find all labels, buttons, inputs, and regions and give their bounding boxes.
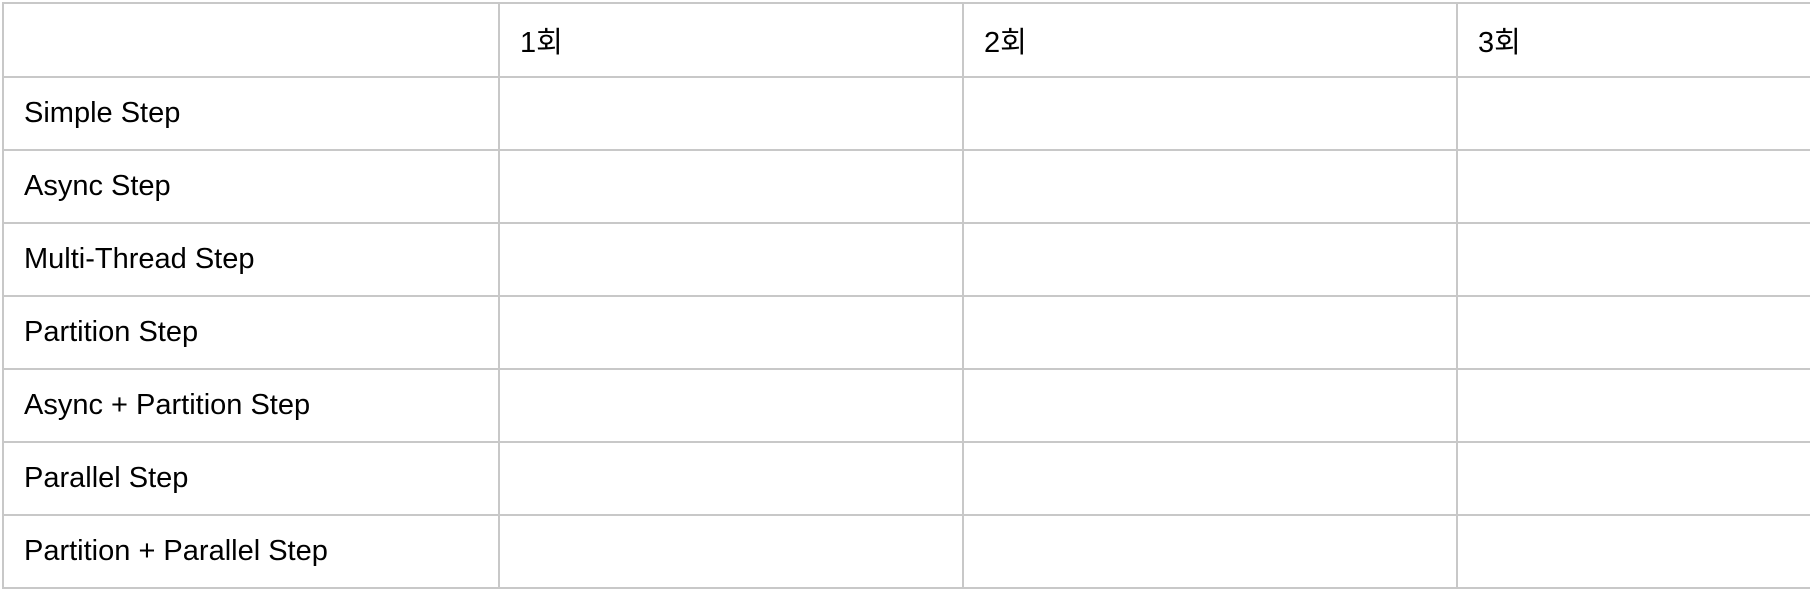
row-label: Partition + Parallel Step [2, 514, 500, 589]
table-row: Parallel Step [2, 441, 1810, 516]
table-row: Async + Partition Step [2, 368, 1810, 443]
table-cell [1456, 441, 1810, 516]
row-label: Partition Step [2, 295, 500, 370]
row-label: Parallel Step [2, 441, 500, 516]
table-cell [962, 368, 1458, 443]
table-cell [1456, 76, 1810, 151]
table-cell [498, 222, 964, 297]
table-cell [498, 295, 964, 370]
table-row: Multi-Thread Step [2, 222, 1810, 297]
header-cell-corner [2, 2, 500, 78]
row-label: Async Step [2, 149, 500, 224]
results-table: 1회 2회 3회 Simple Step Async Step Multi-Th… [2, 2, 1810, 589]
table-cell [962, 295, 1458, 370]
table-cell [1456, 222, 1810, 297]
header-cell-run-2: 2회 [962, 2, 1458, 78]
row-label: Async + Partition Step [2, 368, 500, 443]
table-cell [962, 441, 1458, 516]
row-label: Simple Step [2, 76, 500, 151]
table-cell [498, 368, 964, 443]
table-cell [498, 514, 964, 589]
table-header-row: 1회 2회 3회 [2, 2, 1810, 78]
header-cell-run-1: 1회 [498, 2, 964, 78]
table-cell [1456, 295, 1810, 370]
table-row: Partition + Parallel Step [2, 514, 1810, 589]
table-cell [1456, 514, 1810, 589]
row-label: Multi-Thread Step [2, 222, 500, 297]
table-cell [962, 514, 1458, 589]
table-row: Simple Step [2, 76, 1810, 151]
table-row: Partition Step [2, 295, 1810, 370]
table-cell [498, 76, 964, 151]
table-row: Async Step [2, 149, 1810, 224]
table-cell [498, 149, 964, 224]
table-cell [1456, 368, 1810, 443]
table-cell [498, 441, 964, 516]
table-cell [962, 76, 1458, 151]
table-cell [1456, 149, 1810, 224]
results-table-container: 1회 2회 3회 Simple Step Async Step Multi-Th… [0, 0, 1810, 602]
table-cell [962, 222, 1458, 297]
header-cell-run-3: 3회 [1456, 2, 1810, 78]
table-cell [962, 149, 1458, 224]
